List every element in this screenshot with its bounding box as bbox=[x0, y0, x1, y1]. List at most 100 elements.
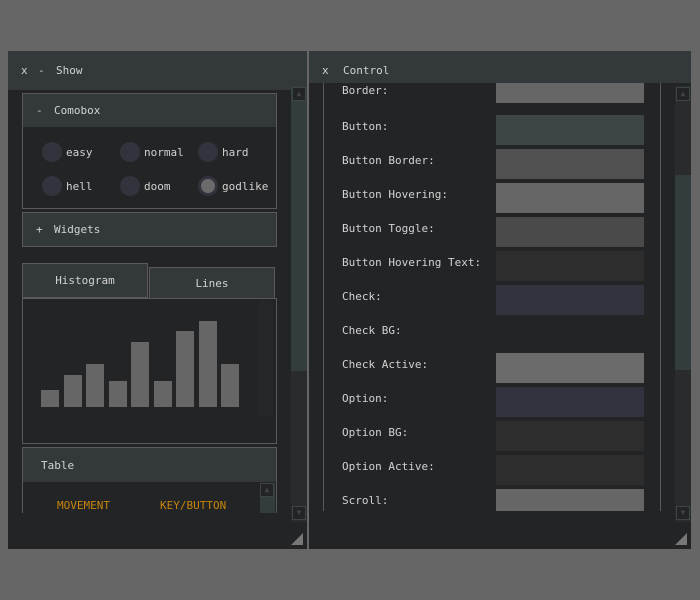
control-scrollbar[interactable]: ▲ ▼ bbox=[675, 86, 691, 522]
table-scrollbar[interactable]: ▲ bbox=[260, 483, 275, 513]
color-label: Check: bbox=[342, 290, 382, 303]
column-header-key-button: KEY/BUTTON bbox=[160, 499, 227, 512]
color-row: Scroll: bbox=[324, 489, 660, 511]
histogram-bar bbox=[41, 390, 59, 407]
scroll-up-icon[interactable]: ▲ bbox=[676, 87, 690, 101]
radio-hard[interactable]: hard bbox=[198, 142, 249, 162]
color-swatch-button[interactable] bbox=[496, 489, 644, 511]
table-header[interactable]: Table bbox=[23, 448, 276, 482]
color-label: Button Border: bbox=[342, 154, 435, 167]
chart-scroll-track[interactable] bbox=[259, 301, 273, 416]
radio-godlike[interactable]: godlike bbox=[198, 176, 268, 196]
combobox-header[interactable]: - Comobox bbox=[23, 94, 276, 127]
close-button[interactable]: x bbox=[322, 64, 329, 77]
scroll-thumb[interactable] bbox=[675, 175, 691, 370]
scroll-up-icon[interactable]: ▲ bbox=[292, 87, 306, 101]
tab-label: Histogram bbox=[55, 274, 115, 287]
color-swatch-button[interactable] bbox=[496, 149, 644, 179]
color-swatch-button[interactable] bbox=[496, 387, 644, 417]
group-title: Table bbox=[41, 458, 75, 472]
radio-hell[interactable]: hell bbox=[42, 176, 93, 196]
radio-label: hard bbox=[222, 145, 249, 159]
window-title: Control bbox=[343, 64, 390, 77]
color-swatch-button[interactable] bbox=[496, 183, 644, 213]
color-label: Check Active: bbox=[342, 358, 429, 371]
color-row: Check Active: bbox=[324, 353, 660, 387]
combobox-group: - Comobox easy normal hard hell doom god… bbox=[22, 93, 277, 209]
radio-dot bbox=[42, 142, 62, 162]
color-swatch-button[interactable] bbox=[496, 285, 644, 315]
histogram-chart bbox=[22, 298, 277, 444]
color-swatch-button[interactable] bbox=[496, 251, 644, 281]
radio-normal[interactable]: normal bbox=[120, 142, 184, 162]
color-swatch-button[interactable] bbox=[496, 217, 644, 247]
minimize-button[interactable]: - bbox=[38, 64, 45, 77]
color-row: Button Hovering: bbox=[324, 183, 660, 217]
color-swatch-button[interactable] bbox=[496, 319, 644, 349]
color-label: Option BG: bbox=[342, 426, 409, 439]
group-title: Widgets bbox=[54, 223, 101, 236]
show-window-header[interactable]: x - Show bbox=[8, 51, 307, 90]
histogram-bar bbox=[63, 375, 82, 407]
radio-label: doom bbox=[144, 179, 171, 193]
color-label: Option: bbox=[342, 392, 389, 405]
color-swatch-button[interactable] bbox=[496, 115, 644, 145]
color-row: Check BG: bbox=[324, 319, 660, 353]
histogram-bar bbox=[198, 321, 217, 407]
column-header-movement: MOVEMENT bbox=[57, 499, 110, 512]
color-row: Button Border: bbox=[324, 149, 660, 183]
radio-label: normal bbox=[144, 145, 184, 159]
histogram-bar bbox=[221, 364, 239, 407]
collapse-toggle[interactable]: - bbox=[36, 104, 54, 117]
show-scrollbar[interactable]: ▲ ▼ bbox=[291, 86, 307, 522]
radio-dot bbox=[120, 142, 140, 162]
color-row: Check: bbox=[324, 285, 660, 319]
histogram-bar bbox=[131, 342, 149, 407]
widgets-header[interactable]: + Widgets bbox=[23, 213, 276, 246]
window-title: Show bbox=[56, 64, 83, 77]
color-label: Button: bbox=[342, 120, 389, 133]
tab-lines[interactable]: Lines bbox=[149, 267, 275, 299]
histogram-bar bbox=[153, 381, 172, 407]
expand-toggle[interactable]: + bbox=[36, 223, 54, 236]
color-list: Border: Button: Button Border: Button Hover… bbox=[323, 83, 661, 511]
scroll-down-icon[interactable]: ▼ bbox=[292, 506, 306, 520]
histogram-bar bbox=[86, 364, 104, 407]
color-swatch-button[interactable] bbox=[496, 83, 644, 103]
histogram-bar bbox=[176, 331, 194, 407]
radio-dot-selected bbox=[198, 176, 218, 196]
color-row: Button Hovering Text: bbox=[324, 251, 660, 285]
table-group: Table MOVEMENT KEY/BUTTON ▲ bbox=[22, 447, 277, 513]
resize-grip-icon[interactable] bbox=[291, 533, 303, 545]
color-swatch-button[interactable] bbox=[496, 455, 644, 485]
scroll-thumb[interactable] bbox=[291, 86, 307, 371]
color-swatch-button[interactable] bbox=[496, 353, 644, 383]
radio-label: easy bbox=[66, 145, 93, 159]
color-swatch-button[interactable] bbox=[496, 421, 644, 451]
group-title: Comobox bbox=[54, 104, 101, 117]
control-window-header[interactable]: x Control bbox=[309, 51, 691, 83]
color-row: Option BG: bbox=[324, 421, 660, 455]
tab-histogram[interactable]: Histogram bbox=[22, 263, 148, 298]
radio-easy[interactable]: easy bbox=[42, 142, 93, 162]
control-window: Border: Button: Button Border: Button Hover… bbox=[309, 51, 691, 549]
radio-dot bbox=[120, 176, 140, 196]
color-label: Scroll: bbox=[342, 494, 389, 507]
radio-dot bbox=[42, 176, 62, 196]
color-label: Border: bbox=[342, 84, 389, 97]
histogram-bar bbox=[108, 381, 127, 407]
close-button[interactable]: x bbox=[21, 64, 28, 77]
radio-dot bbox=[198, 142, 218, 162]
scroll-up-icon[interactable]: ▲ bbox=[260, 483, 274, 497]
color-row: Button: bbox=[324, 115, 660, 149]
radio-label: godlike bbox=[222, 179, 269, 193]
radio-doom[interactable]: doom bbox=[120, 176, 171, 196]
widgets-group[interactable]: + Widgets bbox=[22, 212, 277, 247]
color-label: Check BG: bbox=[342, 324, 402, 337]
color-row: Button Toggle: bbox=[324, 217, 660, 251]
radio-label: hell bbox=[66, 179, 93, 193]
scroll-down-icon[interactable]: ▼ bbox=[676, 506, 690, 520]
color-label: Option Active: bbox=[342, 460, 435, 473]
resize-grip-icon[interactable] bbox=[675, 533, 687, 545]
color-label: Button Toggle: bbox=[342, 222, 435, 235]
